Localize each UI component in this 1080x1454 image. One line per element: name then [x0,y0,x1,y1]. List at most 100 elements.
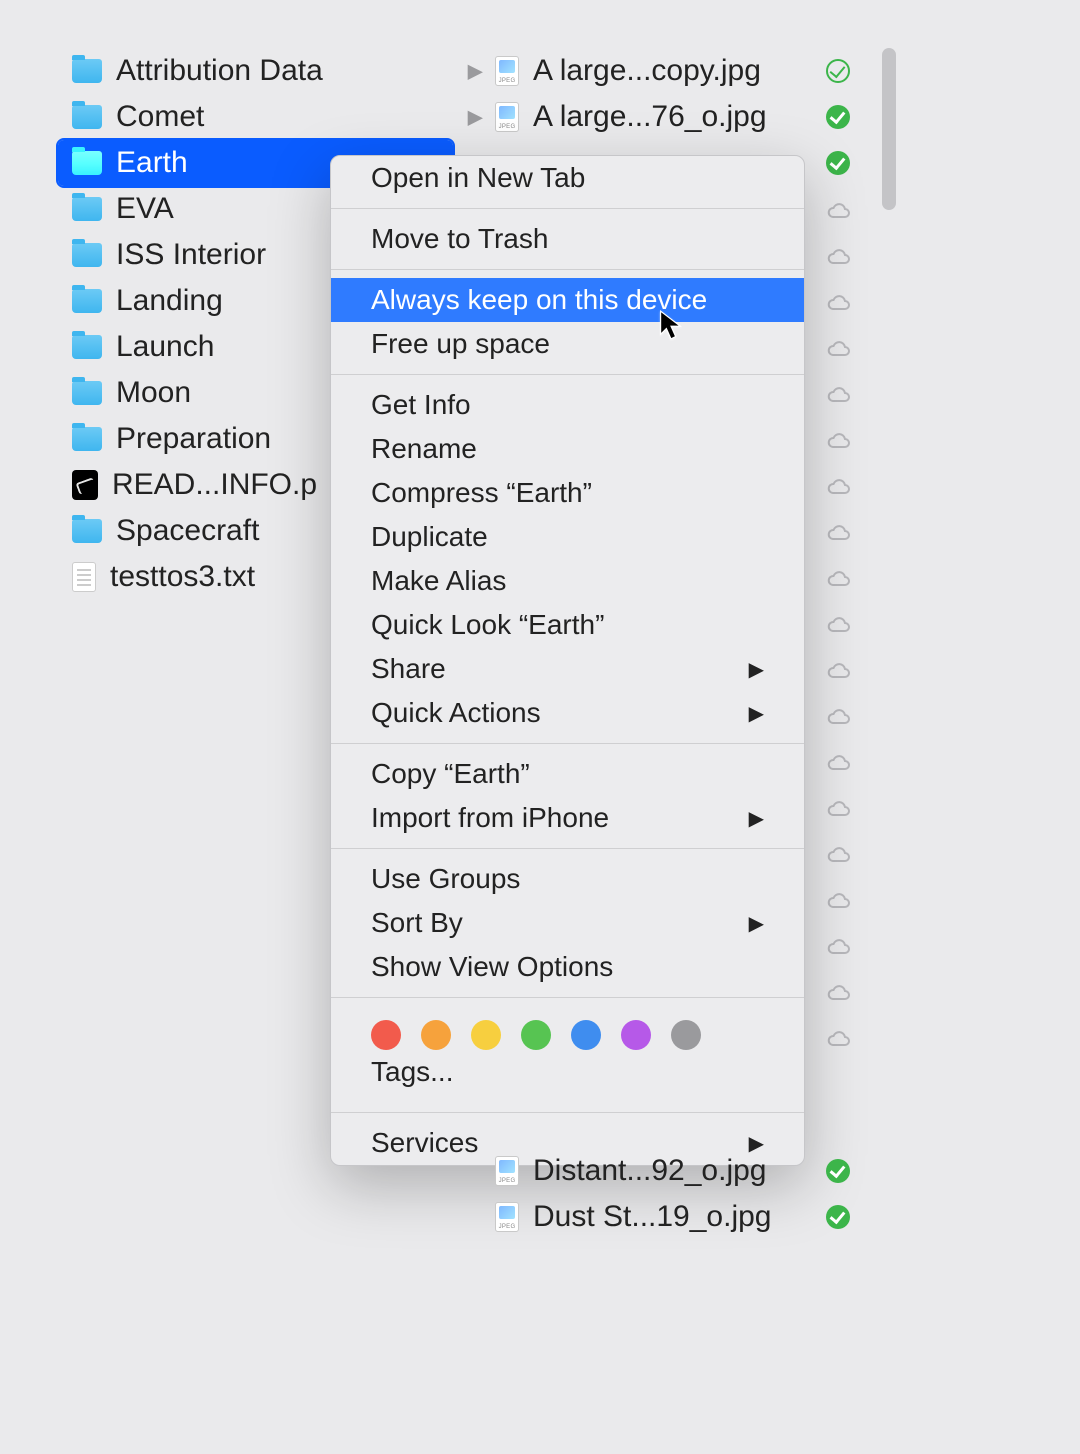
menu-label: Sort By [371,907,463,939]
menu-free-up-space[interactable]: Free up space [331,322,804,366]
sync-ok-filled-icon [826,105,850,129]
cloud-icon [826,703,850,727]
menu-label: Open in New Tab [371,162,585,194]
cloud-icon [826,565,850,589]
folder-icon [72,335,102,359]
scrollbar-thumb[interactable] [882,48,896,210]
file-label: READ...INFO.p [112,468,317,502]
menu-label: Duplicate [371,521,488,553]
folder-icon [72,427,102,451]
pdf-icon [72,470,98,500]
cloud-icon [826,979,850,1003]
menu-duplicate[interactable]: Duplicate [331,515,804,559]
folder-label: Preparation [116,422,271,456]
menu-quick-look[interactable]: Quick Look “Earth” [331,603,804,647]
menu-import-iphone[interactable]: Import from iPhone [331,796,804,840]
menu-label: Services [371,1127,478,1159]
file-row[interactable]: Distant...92_o.jpg [495,1148,865,1194]
file-row[interactable]: A large...76_o.jpg [495,94,865,140]
sync-ok-filled-icon [826,1159,850,1183]
menu-copy[interactable]: Copy “Earth” [331,752,804,796]
menu-separator [331,743,804,744]
folder-label: Landing [116,284,223,318]
sync-status-column [818,48,858,1060]
menu-label: Get Info [371,389,471,421]
tag-red[interactable] [371,1020,401,1050]
menu-sort-by[interactable]: Sort By [331,901,804,945]
folder-icon [72,197,102,221]
cloud-icon [826,933,850,957]
folder-label: Moon [116,376,191,410]
menu-quick-actions[interactable]: Quick Actions [331,691,804,735]
tag-blue[interactable] [571,1020,601,1050]
menu-label: Tags... [371,1056,453,1087]
folder-icon [72,381,102,405]
context-menu: Open in New Tab Move to Trash Always kee… [330,155,805,1166]
cloud-icon [826,427,850,451]
file-row[interactable]: A large...copy.jpg [495,48,865,94]
menu-separator [331,848,804,849]
menu-use-groups[interactable]: Use Groups [331,857,804,901]
menu-label: Use Groups [371,863,520,895]
menu-label: Import from iPhone [371,802,609,834]
file-label: Distant...92_o.jpg [533,1154,865,1188]
menu-get-info[interactable]: Get Info [331,383,804,427]
menu-always-keep-device[interactable]: Always keep on this device [331,278,804,322]
tag-orange[interactable] [421,1020,451,1050]
menu-label: Make Alias [371,565,506,597]
file-row[interactable]: Dust St...19_o.jpg [495,1194,865,1240]
menu-label: Copy “Earth” [371,758,530,790]
txt-icon [72,562,96,592]
menu-label: Free up space [371,328,550,360]
folder-icon [72,105,102,129]
menu-make-alias[interactable]: Make Alias [331,559,804,603]
menu-separator [331,208,804,209]
submenu-arrow-icon [749,806,764,831]
cloud-icon [826,887,850,911]
menu-rename[interactable]: Rename [331,427,804,471]
menu-share[interactable]: Share [331,647,804,691]
menu-move-to-trash[interactable]: Move to Trash [331,217,804,261]
tag-gray[interactable] [671,1020,701,1050]
menu-label: Rename [371,433,477,465]
folder-label: EVA [116,192,174,226]
chevron-right-icon[interactable]: ▶ [468,59,483,84]
submenu-arrow-icon [749,657,764,682]
folder-label: Launch [116,330,214,364]
folder-row[interactable]: Comet ▶ [58,94,453,140]
tag-purple[interactable] [621,1020,651,1050]
menu-label: Always keep on this device [371,284,707,316]
menu-separator [331,1112,804,1113]
sync-status-column-bottom [818,1148,858,1240]
folder-row[interactable]: Attribution Data ▶ [58,48,453,94]
menu-compress[interactable]: Compress “Earth” [331,471,804,515]
tag-green[interactable] [521,1020,551,1050]
jpeg-icon [495,102,519,132]
menu-open-new-tab[interactable]: Open in New Tab [331,156,804,200]
submenu-arrow-icon [749,701,764,726]
jpeg-icon [495,1202,519,1232]
cloud-icon [826,519,850,543]
tag-yellow[interactable] [471,1020,501,1050]
folder-icon [72,519,102,543]
menu-label: Move to Trash [371,223,548,255]
menu-label: Show View Options [371,951,613,983]
menu-tags[interactable]: Tags... [331,1050,804,1104]
cloud-icon [826,243,850,267]
folder-label: Comet [116,100,204,134]
file-column: A large...copy.jpg A large...76_o.jpg [495,48,865,140]
sync-ok-outline-icon [826,59,850,83]
file-label: testtos3.txt [110,560,255,594]
cloud-icon [826,841,850,865]
menu-separator [331,374,804,375]
folder-icon [72,289,102,313]
folder-label: Earth [116,146,188,180]
file-column-bottom: Distant...92_o.jpg Dust St...19_o.jpg [495,1148,865,1240]
file-label: A large...76_o.jpg [533,100,865,134]
chevron-right-icon[interactable]: ▶ [468,105,483,130]
cloud-icon [826,289,850,313]
sync-ok-filled-icon [826,1205,850,1229]
menu-show-view-options[interactable]: Show View Options [331,945,804,989]
folder-label: Attribution Data [116,54,323,88]
folder-label: ISS Interior [116,238,266,272]
